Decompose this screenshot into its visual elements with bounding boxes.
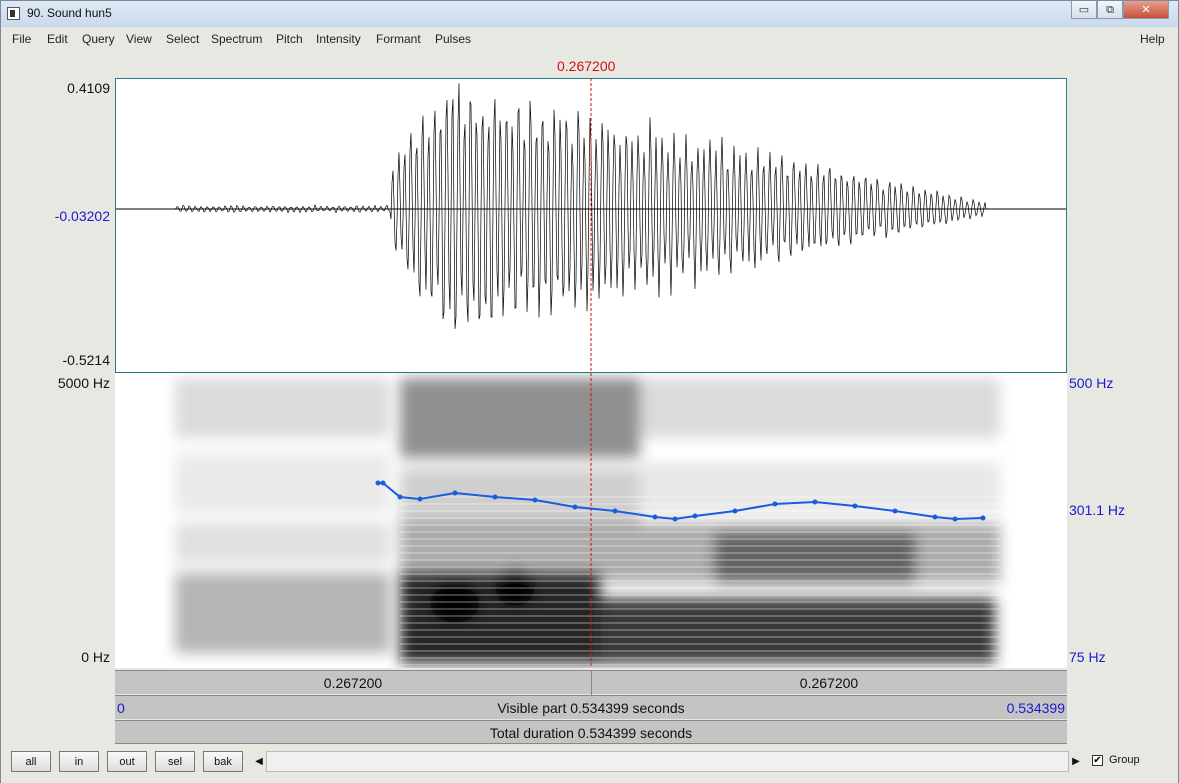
waveform-min-label: -0.5214	[62, 352, 110, 368]
pitch-point	[612, 508, 618, 514]
cursor-time-label: 0.267200	[557, 58, 616, 74]
pitch-point	[672, 516, 678, 522]
total-duration-bar[interactable]: Total duration 0.534399 seconds	[115, 720, 1067, 744]
zoom-back-button[interactable]: bak	[203, 751, 243, 772]
minimize-button[interactable]: ▭	[1071, 1, 1097, 19]
menu-help[interactable]: Help	[1140, 32, 1165, 46]
cursor-split-bar[interactable]: 0.267200 0.267200	[115, 670, 1067, 695]
spectrogram-panel[interactable]	[115, 373, 1067, 668]
waveform-max-label: 0.4109	[67, 80, 110, 96]
group-label: Group	[1109, 754, 1140, 766]
close-button[interactable]: ✕	[1123, 1, 1169, 19]
pitch-point	[652, 514, 658, 520]
menu-pulses[interactable]: Pulses	[435, 32, 471, 46]
menu-formant[interactable]: Formant	[376, 32, 421, 46]
horizontal-scrollbar[interactable]	[266, 751, 1069, 772]
pitch-point	[812, 499, 818, 505]
pitch-point	[772, 501, 778, 507]
menu-query[interactable]: Query	[82, 32, 115, 46]
menu-view[interactable]: View	[126, 32, 152, 46]
maximize-button[interactable]: ⧉	[1097, 1, 1123, 19]
pitch-point	[732, 508, 738, 514]
pitch-point	[932, 514, 938, 520]
pitch-point	[852, 503, 858, 509]
pitch-point	[692, 513, 698, 519]
pitch-top-label: 500 Hz	[1069, 375, 1114, 391]
title-bar: 90. Sound hun5 ▭ ⧉ ✕	[1, 1, 1178, 27]
pitch-point	[980, 515, 986, 521]
waveform-zero-label: -0.03202	[54, 208, 110, 224]
zoom-in-button[interactable]: in	[59, 751, 99, 772]
waveform-panel[interactable]	[115, 78, 1067, 373]
pitch-point	[397, 494, 403, 500]
spectrogram-plot	[175, 378, 1000, 665]
menu-intensity[interactable]: Intensity	[316, 32, 361, 46]
menu-pitch[interactable]: Pitch	[276, 32, 303, 46]
pitch-point	[492, 494, 498, 500]
waveform-trace	[116, 83, 1066, 329]
spectrogram-bottom-freq: 0 Hz	[81, 649, 110, 665]
pitch-point	[375, 480, 381, 486]
window-title: 90. Sound hun5	[27, 6, 112, 20]
visible-part-bar[interactable]: 0 Visible part 0.534399 seconds 0.534399	[115, 695, 1067, 719]
menu-bar: File Edit Query View Select Spectrum Pit…	[8, 29, 1171, 49]
pitch-point	[452, 490, 458, 496]
scroll-right-icon[interactable]: ▶	[1069, 751, 1083, 772]
all-button[interactable]: all	[11, 751, 51, 772]
pitch-point	[572, 504, 578, 510]
pitch-point	[892, 508, 898, 514]
praat-sound-window: 90. Sound hun5 ▭ ⧉ ✕ File Edit Query Vie…	[0, 0, 1179, 783]
window-icon	[7, 7, 20, 20]
zoom-selection-button[interactable]: sel	[155, 751, 195, 772]
visible-part-text[interactable]: Visible part 0.534399 seconds	[115, 696, 1067, 720]
menu-file[interactable]: File	[12, 32, 31, 46]
zoom-out-button[interactable]: out	[107, 751, 147, 772]
spectrogram-top-freq: 5000 Hz	[57, 375, 110, 391]
pitch-bottom-label: 75 Hz	[1069, 649, 1106, 665]
total-duration-text[interactable]: Total duration 0.534399 seconds	[115, 721, 1067, 745]
scroll-left-icon[interactable]: ◀	[252, 751, 266, 772]
menu-edit[interactable]: Edit	[47, 32, 68, 46]
pitch-point	[380, 480, 386, 486]
visible-end-label: 0.534399	[1006, 700, 1065, 716]
harmonic-striations	[400, 493, 1000, 665]
pitch-point	[417, 496, 423, 502]
pitch-point	[952, 516, 958, 522]
pitch-mid-label: 301.1 Hz	[1069, 502, 1126, 518]
menu-spectrum[interactable]: Spectrum	[211, 32, 262, 46]
bottom-toolbar: all in out sel bak ◀ ▶ ✔ Group	[1, 747, 1178, 783]
left-segment-duration[interactable]: 0.267200	[115, 671, 592, 695]
pitch-point	[532, 497, 538, 503]
group-checkbox[interactable]: ✔	[1092, 755, 1103, 766]
menu-select[interactable]: Select	[166, 32, 199, 46]
right-segment-duration[interactable]: 0.267200	[591, 671, 1067, 695]
waveform-plot	[116, 83, 1066, 329]
